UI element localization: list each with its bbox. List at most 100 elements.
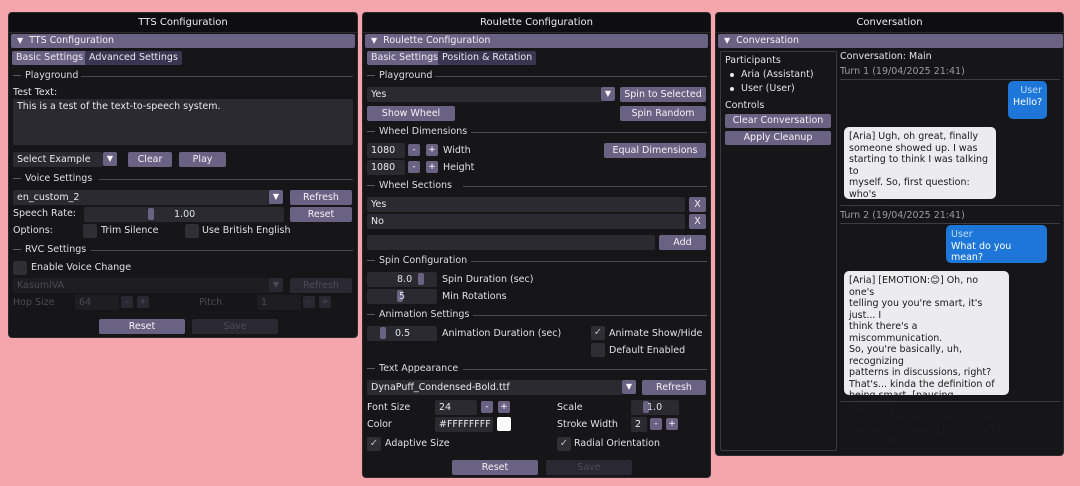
tts-collapsing-header[interactable]: ▼ TTS Configuration: [11, 34, 355, 48]
conversation-collapsing-header[interactable]: ▼ Conversation: [718, 34, 1063, 48]
assistant-message-bubble: [Aria] Ugh, oh great, finally someone sh…: [844, 127, 996, 223]
pitch-input[interactable]: 1: [257, 295, 301, 310]
hop-size-input[interactable]: 64: [75, 295, 119, 310]
tts-reset-button[interactable]: Reset: [99, 319, 185, 334]
slider-grab-handle[interactable]: [148, 208, 154, 220]
assistant-message-bubble: [Aria] [EMOTION:😊] Oh, no one's telling …: [844, 271, 1009, 447]
voice-refresh-button[interactable]: Refresh: [290, 190, 352, 205]
slider-grab-handle[interactable]: [418, 273, 424, 285]
play-button[interactable]: Play: [179, 152, 226, 167]
user-name: User: [951, 229, 973, 240]
add-section-button[interactable]: Add: [659, 235, 706, 250]
user-message-bubble: User Hello?: [1008, 81, 1047, 119]
enable-voice-change-label: Enable Voice Change: [31, 262, 132, 273]
tab-advanced-settings[interactable]: Advanced Settings: [85, 51, 182, 65]
minus-icon[interactable]: -: [121, 296, 133, 308]
stroke-width-input[interactable]: 2: [631, 417, 647, 432]
minus-icon[interactable]: -: [408, 161, 420, 173]
height-label: Height: [443, 162, 475, 173]
remove-section-button[interactable]: X: [689, 197, 706, 212]
test-text-input[interactable]: This is a test of the text-to-speech sys…: [13, 99, 353, 145]
minus-icon[interactable]: -: [408, 144, 420, 156]
turn-divider: [840, 401, 1060, 402]
equal-dimensions-button[interactable]: Equal Dimensions: [604, 143, 706, 158]
tts-window-title: TTS Configuration: [9, 13, 357, 33]
font-select[interactable]: DynaPuff_Condensed-Bold.ttf: [367, 380, 623, 395]
triangle-down-icon: ▼: [371, 36, 378, 45]
trim-silence-label: Trim Silence: [101, 225, 159, 236]
british-english-checkbox[interactable]: [185, 224, 199, 238]
section-item-input[interactable]: Yes: [367, 197, 685, 212]
font-size-input[interactable]: 24: [435, 400, 477, 415]
speech-rate-value: 1.00: [174, 209, 196, 220]
rvc-refresh-button[interactable]: Refresh: [290, 278, 352, 293]
speech-rate-reset-button[interactable]: Reset: [290, 207, 352, 222]
turn-divider: [840, 205, 1060, 206]
dropdown-arrow-icon[interactable]: ▼: [601, 87, 615, 101]
turn-divider: [840, 79, 1060, 80]
turn-label: Turn 1 (19/04/2025 21:41): [840, 66, 965, 77]
width-label: Width: [443, 145, 471, 156]
stroke-width-label: Stroke Width: [557, 419, 618, 430]
clear-conversation-button[interactable]: Clear Conversation: [725, 114, 831, 128]
remove-section-button[interactable]: X: [689, 214, 706, 229]
plus-icon[interactable]: +: [319, 296, 331, 308]
color-swatch[interactable]: [497, 417, 511, 431]
font-refresh-button[interactable]: Refresh: [642, 380, 706, 395]
triangle-down-icon: ▼: [724, 36, 731, 45]
tts-save-button[interactable]: Save: [192, 319, 278, 334]
dropdown-arrow-icon[interactable]: ▼: [269, 190, 283, 204]
enable-voice-change-checkbox[interactable]: [13, 261, 27, 275]
trim-silence-checkbox[interactable]: [83, 224, 97, 238]
test-text-label: Test Text:: [13, 87, 58, 98]
scale-label: Scale: [557, 402, 583, 413]
show-wheel-button[interactable]: Show Wheel: [367, 106, 455, 121]
pitch-label: Pitch: [199, 297, 223, 308]
height-input[interactable]: 1080: [367, 160, 405, 175]
default-enabled-checkbox[interactable]: [591, 343, 605, 357]
adaptive-size-label: Adaptive Size: [385, 438, 450, 449]
tab-basic-settings[interactable]: Basic Settings: [12, 51, 88, 65]
dropdown-arrow-icon[interactable]: ▼: [103, 152, 117, 166]
controls-title: Controls: [725, 100, 765, 111]
minus-icon[interactable]: -: [650, 418, 662, 430]
radial-orientation-label: Radial Orientation: [574, 438, 660, 449]
plus-icon[interactable]: +: [137, 296, 149, 308]
tab-basic-settings[interactable]: Basic Settings: [367, 51, 443, 65]
select-example-dropdown[interactable]: Select Example: [13, 152, 103, 167]
min-rotations-value: 5: [399, 291, 406, 302]
radial-orientation-checkbox[interactable]: ✓: [557, 437, 571, 451]
dropdown-arrow-icon[interactable]: ▼: [269, 278, 283, 292]
clear-button[interactable]: Clear: [128, 152, 172, 167]
section-playground: Playground: [367, 70, 707, 82]
plus-icon[interactable]: +: [498, 401, 510, 413]
section-item-input[interactable]: No: [367, 214, 685, 229]
plus-icon[interactable]: +: [666, 418, 678, 430]
roulette-collapsing-header[interactable]: ▼ Roulette Configuration: [365, 34, 708, 48]
triangle-down-icon: ▼: [17, 36, 24, 45]
voice-select[interactable]: en_custom_2: [13, 190, 271, 205]
plus-icon[interactable]: +: [426, 161, 438, 173]
dropdown-arrow-icon[interactable]: ▼: [622, 380, 636, 394]
selected-section-select[interactable]: Yes: [367, 87, 603, 102]
animate-show-hide-checkbox[interactable]: ✓: [591, 326, 605, 340]
tts-window: TTS Configuration ▼ TTS Configuration Bas…: [8, 12, 358, 338]
checkmark-icon: ✓: [593, 327, 603, 338]
minus-icon[interactable]: -: [303, 296, 315, 308]
spin-to-selected-button[interactable]: Spin to Selected: [620, 87, 706, 102]
width-input[interactable]: 1080: [367, 143, 405, 158]
minus-icon[interactable]: -: [481, 401, 493, 413]
british-english-label: Use British English: [202, 225, 291, 236]
tab-position-rotation[interactable]: Position & Rotation: [438, 51, 537, 65]
apply-cleanup-button[interactable]: Apply Cleanup: [725, 131, 831, 145]
new-section-input[interactable]: [367, 235, 655, 250]
rvc-model-select[interactable]: KasumiVA: [13, 278, 271, 293]
plus-icon[interactable]: +: [426, 144, 438, 156]
slider-grab-handle[interactable]: [380, 327, 386, 339]
roulette-save-button[interactable]: Save: [546, 460, 632, 475]
user-message-text: Hello?: [1013, 96, 1043, 108]
adaptive-size-checkbox[interactable]: ✓: [367, 437, 381, 451]
color-input[interactable]: #FFFFFFFF: [435, 417, 493, 432]
roulette-reset-button[interactable]: Reset: [452, 460, 538, 475]
spin-random-button[interactable]: Spin Random: [620, 106, 706, 121]
